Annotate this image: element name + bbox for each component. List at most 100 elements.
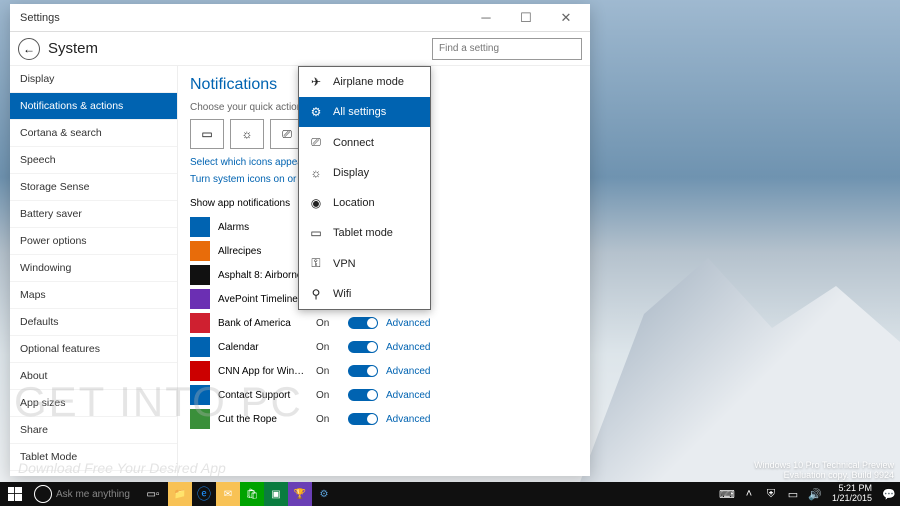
dropdown-item-display[interactable]: ☼Display: [299, 158, 430, 188]
watermark-line2: Evaluation copy. Build 9924: [754, 470, 894, 480]
dropdown-label: All settings: [333, 106, 386, 118]
dropdown-label: Airplane mode: [333, 76, 404, 88]
dropdown-item-vpn[interactable]: ⚿VPN: [299, 248, 430, 279]
quick-tile-2[interactable]: ☼: [230, 119, 264, 149]
app-icon: [190, 361, 210, 381]
windows-watermark: Windows 10 Pro Technical Preview Evaluat…: [754, 460, 894, 480]
app-toggle[interactable]: [348, 341, 378, 353]
app-name-label: AvePoint Timeline fo...: [218, 294, 308, 305]
back-button[interactable]: ←: [18, 38, 40, 60]
dropdown-label: VPN: [333, 258, 356, 270]
subheader: ← System: [10, 32, 590, 66]
app-icon: [190, 313, 210, 333]
app-name-label: Allrecipes: [218, 246, 308, 257]
dropdown-label: Connect: [333, 137, 374, 149]
start-button[interactable]: [0, 482, 30, 506]
sidebar-item-speech[interactable]: Speech: [10, 147, 177, 174]
dropdown-item-location[interactable]: ◉Location: [299, 188, 430, 218]
app-advanced-link[interactable]: Advanced: [386, 390, 430, 401]
dropdown-item-airplane-mode[interactable]: ✈Airplane mode: [299, 67, 430, 97]
app-name-label: Alarms: [218, 222, 308, 233]
app-row: CNN App for Windows On Advanced: [190, 359, 578, 383]
app-toggle[interactable]: [348, 413, 378, 425]
taskbar: Ask me anything ▭▫ 📁 ⓔ ✉ 🛍 ▣ 🏆 ⚙ ⌨ ˄ ⛨ ▭…: [0, 482, 900, 506]
cortana-icon[interactable]: [34, 485, 52, 503]
app-icon: [190, 265, 210, 285]
minimize-button[interactable]: ─: [466, 4, 506, 32]
sidebar-item-defaults[interactable]: Defaults: [10, 309, 177, 336]
tray-volume-icon[interactable]: 🔊: [804, 482, 826, 506]
notification-center-icon[interactable]: 💬: [878, 482, 900, 506]
app-toggle[interactable]: [348, 317, 378, 329]
taskbar-app-ie[interactable]: ⓔ: [192, 482, 216, 506]
window-title: Settings: [14, 12, 466, 24]
dropdown-icon: ⚲: [309, 287, 323, 301]
close-button[interactable]: ✕: [546, 4, 586, 32]
sidebar-item-power-options[interactable]: Power options: [10, 228, 177, 255]
taskbar-app-xbox[interactable]: ▣: [264, 482, 288, 506]
dropdown-label: Wifi: [333, 288, 351, 300]
watermark-line1: Windows 10 Pro Technical Preview: [754, 460, 894, 470]
app-icon: [190, 289, 210, 309]
taskbar-app-cup[interactable]: 🏆: [288, 482, 312, 506]
sidebar-item-tablet-mode[interactable]: Tablet Mode: [10, 444, 177, 471]
app-advanced-link[interactable]: Advanced: [386, 342, 430, 353]
maximize-button[interactable]: ☐: [506, 4, 546, 32]
dropdown-item-all-settings[interactable]: ⚙ All settings: [299, 97, 430, 127]
dropdown-label: Tablet mode: [333, 227, 393, 239]
sidebar-item-windowing[interactable]: Windowing: [10, 255, 177, 282]
tray-keyboard-icon[interactable]: ⌨: [716, 482, 738, 506]
taskbar-app-explorer[interactable]: 📁: [168, 482, 192, 506]
app-state-label: On: [316, 342, 340, 353]
page-title: System: [48, 40, 98, 57]
app-name-label: CNN App for Windows: [218, 366, 308, 377]
app-name-label: Contact Support: [218, 390, 308, 401]
app-toggle[interactable]: [348, 389, 378, 401]
sidebar-item-notifications-actions[interactable]: Notifications & actions: [10, 93, 177, 120]
sidebar-item-share[interactable]: Share: [10, 417, 177, 444]
tray-network-icon[interactable]: ▭: [782, 482, 804, 506]
taskbar-date: 1/21/2015: [832, 494, 872, 504]
dropdown-item-wifi[interactable]: ⚲ Wifi: [299, 279, 430, 309]
sidebar-item-optional-features[interactable]: Optional features: [10, 336, 177, 363]
dropdown-icon: ⚙: [309, 105, 323, 119]
sidebar-item-battery-saver[interactable]: Battery saver: [10, 201, 177, 228]
dropdown-item-tablet-mode[interactable]: ▭Tablet mode: [299, 218, 430, 248]
taskbar-clock[interactable]: 5:21 PM 1/21/2015: [826, 484, 878, 504]
tray-defender-icon[interactable]: ⛨: [760, 482, 782, 506]
app-name-label: Asphalt 8: Airborne: [218, 270, 308, 281]
taskbar-app-store[interactable]: 🛍: [240, 482, 264, 506]
dropdown-icon: ⎚: [309, 135, 323, 150]
app-state-label: On: [316, 318, 340, 329]
app-name-label: Cut the Rope: [218, 414, 308, 425]
quick-action-dropdown: ✈Airplane mode ⚙ All settings ⎚ Connect ☼Disp…: [298, 66, 431, 310]
dropdown-label: Display: [333, 167, 369, 179]
app-state-label: On: [316, 366, 340, 377]
app-row: Contact Support On Advanced: [190, 383, 578, 407]
app-advanced-link[interactable]: Advanced: [386, 318, 430, 329]
search-input[interactable]: [432, 38, 582, 60]
app-name-label: Calendar: [218, 342, 308, 353]
app-icon: [190, 337, 210, 357]
taskbar-app-mail[interactable]: ✉: [216, 482, 240, 506]
sidebar-item-display[interactable]: Display: [10, 66, 177, 93]
dropdown-item-connect[interactable]: ⎚ Connect: [299, 127, 430, 158]
app-advanced-link[interactable]: Advanced: [386, 414, 430, 425]
taskbar-app-settings[interactable]: ⚙: [312, 482, 336, 506]
sidebar-item-maps[interactable]: Maps: [10, 282, 177, 309]
quick-tile-1[interactable]: ▭: [190, 119, 224, 149]
app-row: Calendar On Advanced: [190, 335, 578, 359]
titlebar: Settings ─ ☐ ✕: [10, 4, 590, 32]
sidebar-item-about[interactable]: About: [10, 363, 177, 390]
sidebar-item-app-sizes[interactable]: App sizes: [10, 390, 177, 417]
cortana-placeholder[interactable]: Ask me anything: [56, 489, 130, 500]
app-icon: [190, 409, 210, 429]
sidebar-item-cortana-search[interactable]: Cortana & search: [10, 120, 177, 147]
app-state-label: On: [316, 414, 340, 425]
task-view-button[interactable]: ▭▫: [138, 482, 168, 506]
app-state-label: On: [316, 390, 340, 401]
tray-up-icon[interactable]: ˄: [738, 482, 760, 506]
app-toggle[interactable]: [348, 365, 378, 377]
app-advanced-link[interactable]: Advanced: [386, 366, 430, 377]
sidebar-item-storage-sense[interactable]: Storage Sense: [10, 174, 177, 201]
